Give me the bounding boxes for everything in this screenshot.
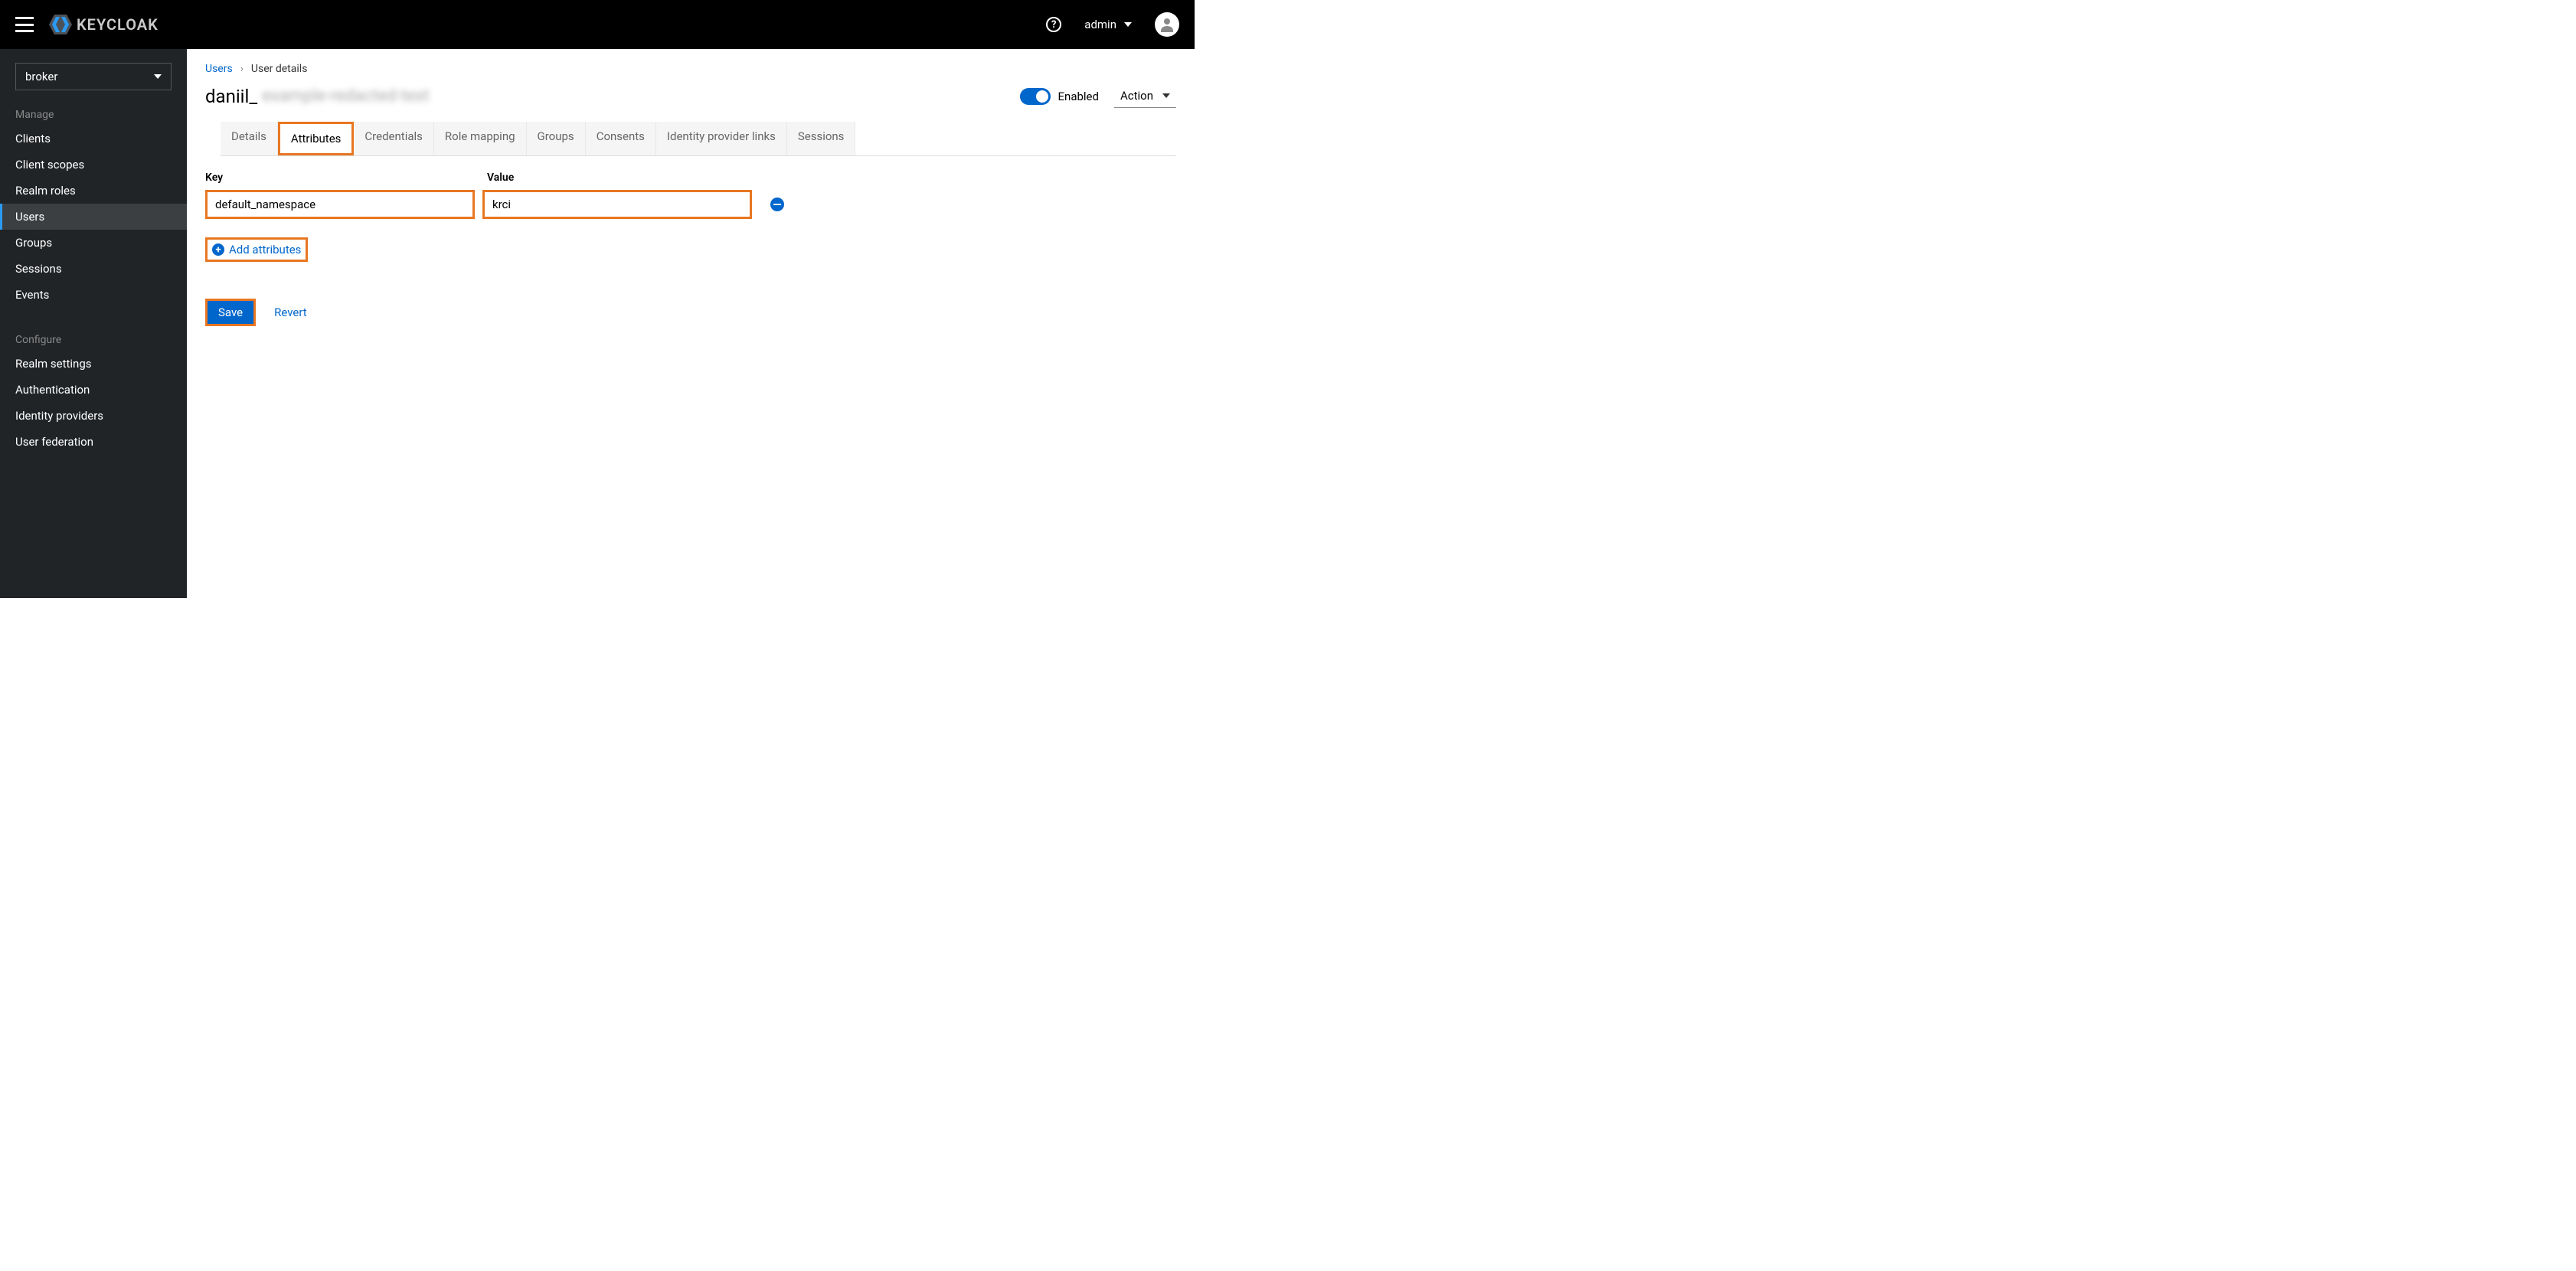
action-dropdown[interactable]: Action [1114, 84, 1176, 108]
chevron-down-icon [1162, 93, 1170, 98]
attribute-key-input[interactable] [205, 190, 475, 219]
action-label: Action [1120, 89, 1153, 103]
sidebar-item-authentication[interactable]: Authentication [0, 377, 187, 403]
sidebar-item-user-federation[interactable]: User federation [0, 429, 187, 455]
tab-details[interactable]: Details [221, 122, 278, 155]
breadcrumb-current: User details [251, 63, 308, 75]
tabs: Details Attributes Credentials Role mapp… [221, 122, 1176, 156]
header-right: ? admin [1046, 12, 1179, 37]
sidebar-section-manage: Manage [0, 101, 187, 126]
sidebar-item-events[interactable]: Events [0, 282, 187, 308]
avatar[interactable] [1155, 12, 1179, 37]
key-header: Key [205, 172, 479, 184]
tab-groups[interactable]: Groups [527, 122, 586, 155]
attribute-row [205, 190, 1176, 219]
breadcrumb-users[interactable]: Users [205, 63, 233, 75]
page-title: daniil_ example-redacted-text [205, 86, 430, 107]
tab-consents[interactable]: Consents [586, 122, 656, 155]
top-header: KEYCLOAK ? admin [0, 0, 1195, 49]
tab-sessions[interactable]: Sessions [787, 122, 856, 155]
realm-selector[interactable]: broker [15, 63, 172, 90]
enabled-toggle-wrap: Enabled [1020, 88, 1099, 105]
title-redacted: example-redacted-text [262, 87, 429, 106]
tab-attributes[interactable]: Attributes [278, 122, 355, 155]
sidebar: broker Manage Clients Client scopes Real… [0, 49, 187, 598]
header-left: KEYCLOAK [15, 15, 159, 34]
tab-identity-provider-links[interactable]: Identity provider links [656, 122, 787, 155]
sidebar-item-sessions[interactable]: Sessions [0, 256, 187, 282]
enabled-toggle[interactable] [1020, 88, 1051, 105]
remove-attribute-button[interactable] [770, 198, 784, 211]
chevron-right-icon: › [240, 63, 244, 75]
form-actions: Save Revert [205, 299, 1176, 326]
logo[interactable]: KEYCLOAK [49, 15, 159, 34]
chevron-down-icon [154, 74, 162, 79]
revert-button[interactable]: Revert [274, 305, 307, 319]
sidebar-item-realm-settings[interactable]: Realm settings [0, 351, 187, 377]
title-row: daniil_ example-redacted-text Enabled Act… [205, 84, 1176, 108]
add-attributes-label: Add attributes [229, 243, 301, 256]
sidebar-item-realm-roles[interactable]: Realm roles [0, 178, 187, 204]
title-prefix: daniil_ [205, 86, 257, 107]
sidebar-item-users[interactable]: Users [0, 204, 187, 230]
add-attributes-button[interactable]: + Add attributes [205, 237, 308, 262]
sidebar-item-identity-providers[interactable]: Identity providers [0, 403, 187, 429]
sidebar-section-configure: Configure [0, 326, 187, 351]
attribute-value-input[interactable] [482, 190, 752, 219]
minus-icon [773, 204, 781, 205]
breadcrumb: Users › User details [205, 63, 1176, 75]
avatar-icon [1158, 15, 1176, 34]
realm-name: broker [25, 70, 57, 83]
keycloak-logo-icon [49, 15, 72, 34]
save-button[interactable]: Save [205, 299, 256, 326]
help-icon[interactable]: ? [1046, 17, 1061, 32]
hamburger-menu-icon[interactable] [15, 17, 34, 32]
sidebar-item-groups[interactable]: Groups [0, 230, 187, 256]
main-content: Users › User details daniil_ example-reda… [187, 49, 1195, 598]
enabled-label: Enabled [1058, 90, 1099, 103]
main-container: broker Manage Clients Client scopes Real… [0, 49, 1195, 598]
attribute-headers: Key Value [205, 172, 1176, 184]
username-label: admin [1084, 18, 1116, 31]
user-menu[interactable]: admin [1084, 18, 1132, 31]
tab-credentials[interactable]: Credentials [354, 122, 433, 155]
value-header: Value [487, 172, 761, 184]
sidebar-item-clients[interactable]: Clients [0, 126, 187, 152]
title-actions: Enabled Action [1020, 84, 1176, 108]
chevron-down-icon [1124, 22, 1132, 27]
logo-text: KEYCLOAK [77, 15, 159, 34]
tab-role-mapping[interactable]: Role mapping [434, 122, 527, 155]
plus-circle-icon: + [212, 243, 224, 256]
sidebar-item-client-scopes[interactable]: Client scopes [0, 152, 187, 178]
